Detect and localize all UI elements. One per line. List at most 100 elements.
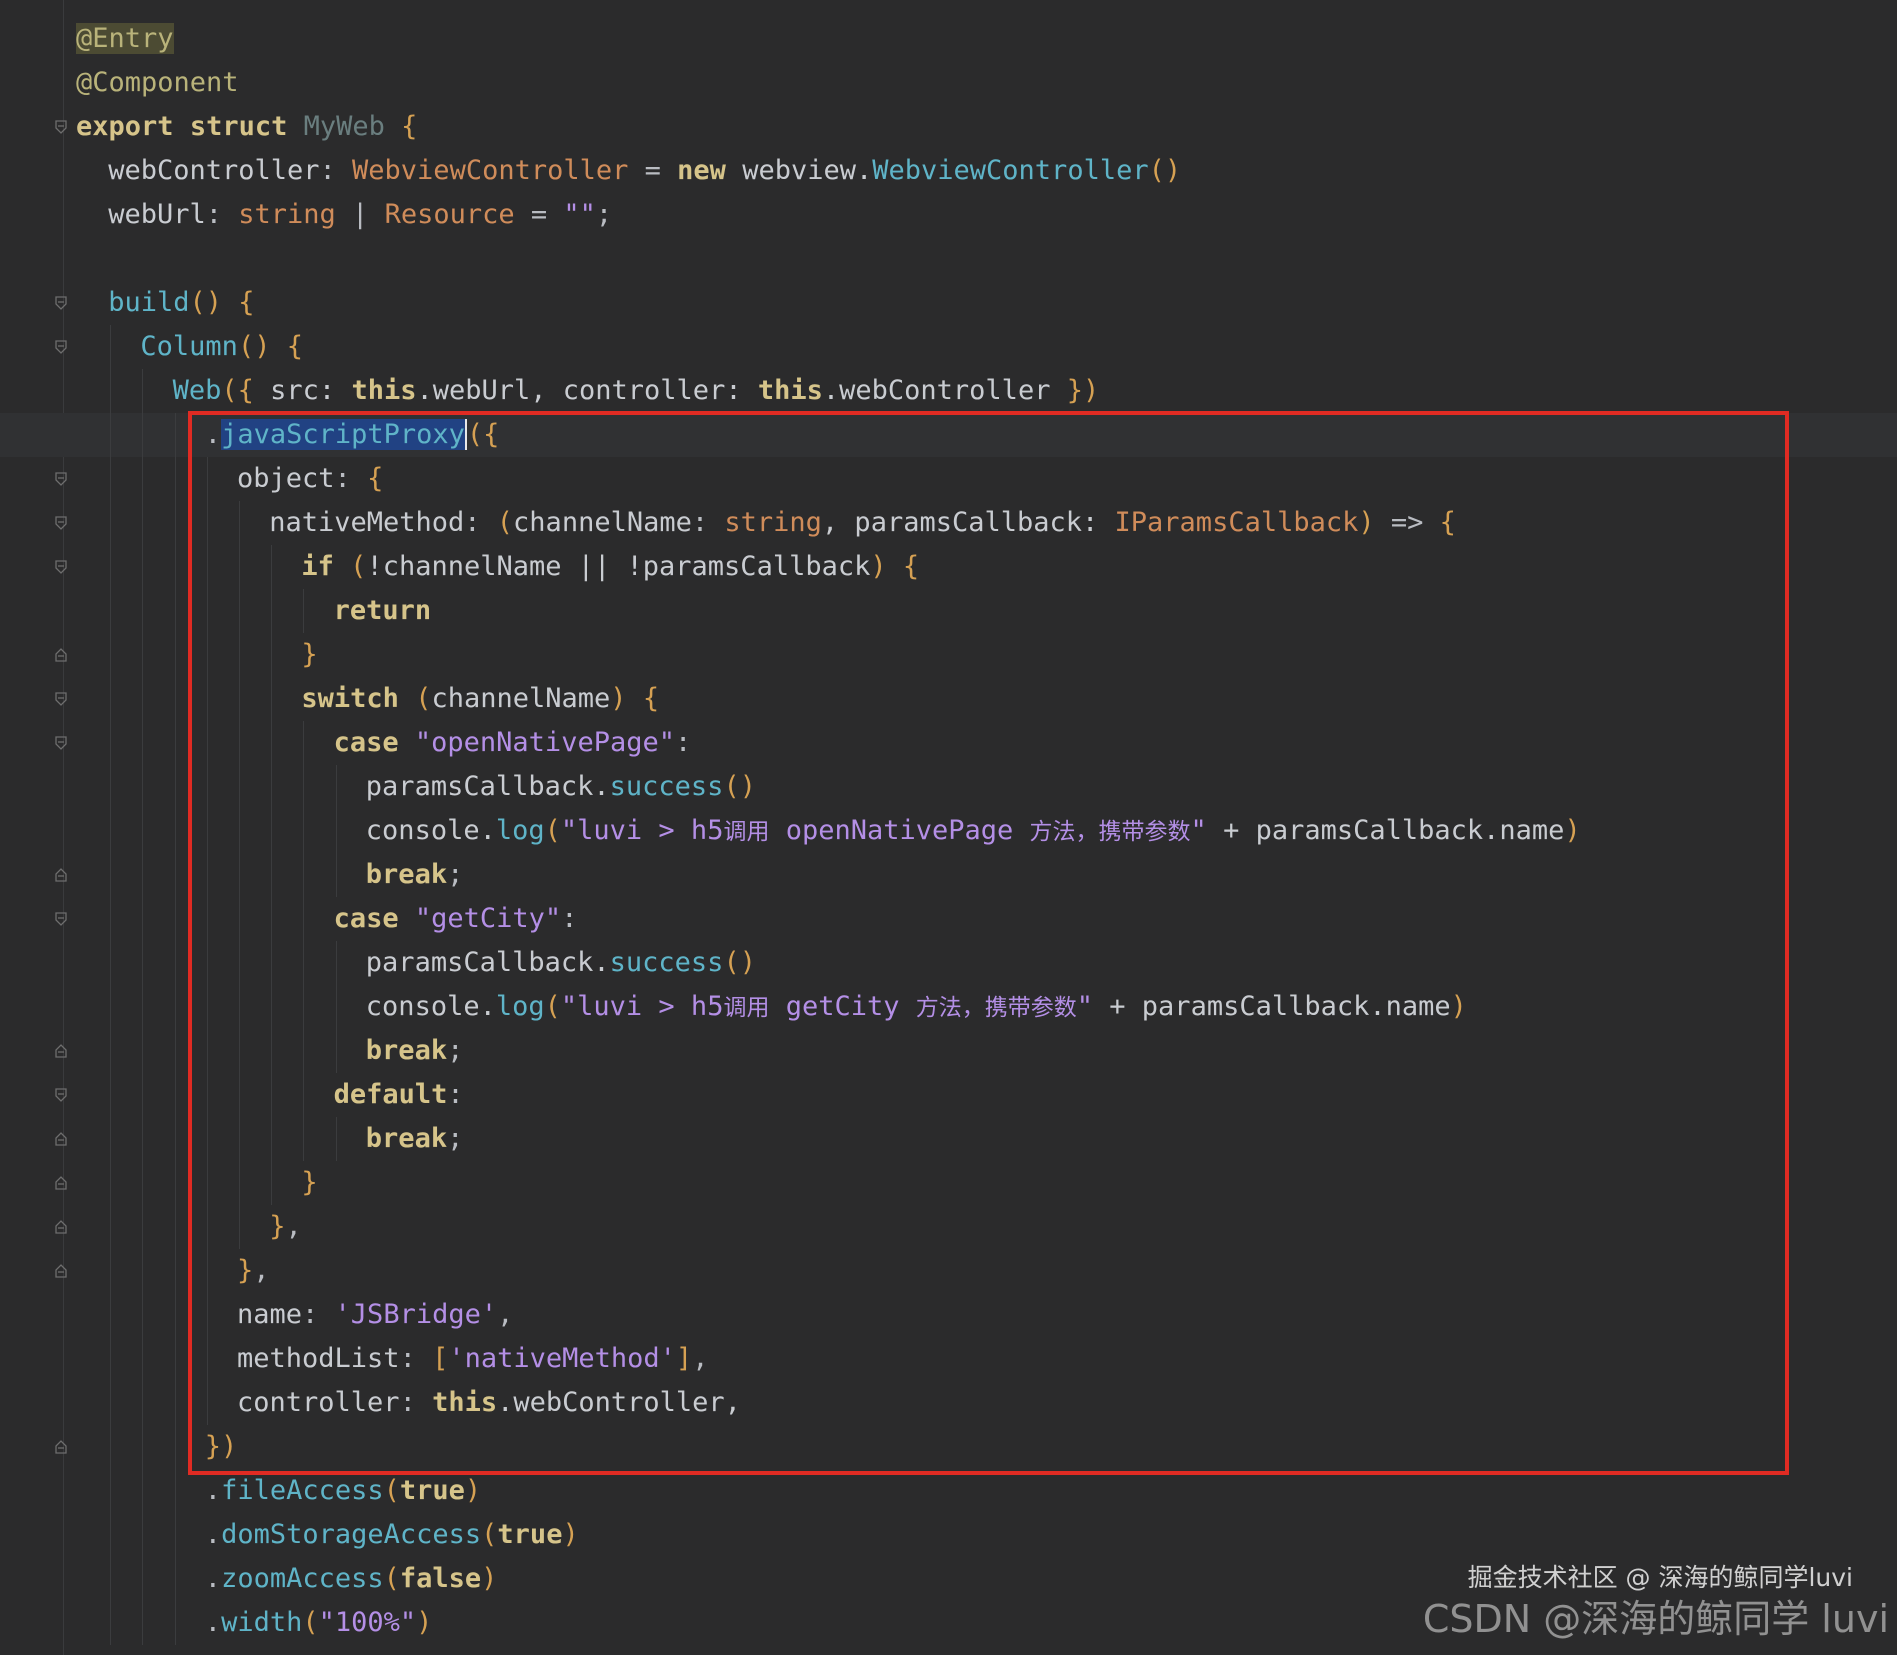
code-token: ()	[237, 331, 271, 362]
indent-guide	[142, 545, 144, 589]
code-token: {	[286, 331, 303, 362]
gutter-divider	[63, 0, 64, 1655]
code-token: this	[351, 375, 417, 406]
code-token: true	[497, 1519, 563, 1550]
code-line[interactable]: webUrl: string | Resource = "";	[76, 193, 1897, 237]
fold-open-icon[interactable]	[54, 120, 68, 134]
indent-guide	[110, 1029, 112, 1073]
indent-guide	[142, 941, 144, 985]
code-line[interactable]: build() {	[76, 281, 1897, 325]
fold-open-icon[interactable]	[54, 736, 68, 750]
fold-open-icon[interactable]	[54, 296, 68, 310]
code-token: string	[238, 199, 336, 230]
indent-guide	[174, 1513, 176, 1557]
indent-guide	[110, 853, 112, 897]
fold-close-icon[interactable]	[54, 868, 68, 882]
code-line[interactable]: .domStorageAccess(true)	[76, 1513, 1897, 1557]
indent-guide	[110, 325, 112, 369]
fold-open-icon[interactable]	[54, 516, 68, 530]
fold-open-icon[interactable]	[54, 1088, 68, 1102]
fold-close-icon[interactable]	[54, 648, 68, 662]
code-token: |	[335, 199, 385, 230]
indent-guide	[110, 413, 112, 457]
code-token: })	[1066, 375, 1100, 406]
indent-guide	[110, 633, 112, 677]
indent-guide	[110, 941, 112, 985]
code-token: struct	[189, 111, 288, 142]
code-token: )	[464, 1475, 482, 1506]
code-token: .	[204, 1475, 222, 1506]
indent-guide	[174, 1557, 176, 1601]
indent-guide	[174, 545, 176, 589]
indent-guide	[110, 1381, 112, 1425]
indent-guide	[142, 1029, 144, 1073]
code-line[interactable]: Web({ src: this.webUrl, controller: this…	[76, 369, 1897, 413]
fold-close-icon[interactable]	[54, 1132, 68, 1146]
indent-guide	[174, 1469, 176, 1513]
code-line[interactable]: .fileAccess(true)	[76, 1469, 1897, 1513]
code-line[interactable]	[76, 237, 1897, 281]
code-line[interactable]: export struct MyWeb {	[76, 105, 1897, 149]
fold-open-icon[interactable]	[54, 912, 68, 926]
code-token: Column	[140, 331, 238, 362]
indent-guide	[174, 1249, 176, 1293]
indent-guide	[174, 677, 176, 721]
code-token: (	[383, 1563, 400, 1594]
indent-guide	[142, 1117, 144, 1161]
indent-guide	[110, 985, 112, 1029]
fold-open-icon[interactable]	[54, 692, 68, 706]
indent-guide	[142, 1425, 144, 1469]
indent-guide	[142, 413, 144, 457]
code-token: Resource	[384, 199, 515, 230]
code-token: {	[238, 287, 255, 318]
indent-guide	[110, 809, 112, 853]
fold-close-icon[interactable]	[54, 1264, 68, 1278]
code-token: {	[401, 111, 418, 142]
code-line[interactable]: webController: WebviewController = new w…	[76, 149, 1897, 193]
fold-close-icon[interactable]	[54, 1440, 68, 1454]
code-token: .webController	[822, 375, 1067, 406]
indent-guide	[142, 1293, 144, 1337]
code-line[interactable]: @Component	[76, 61, 1897, 105]
code-token: @Entry	[76, 23, 174, 54]
indent-guide	[142, 765, 144, 809]
indent-guide	[174, 941, 176, 985]
indent-guide	[110, 721, 112, 765]
fold-close-icon[interactable]	[54, 1044, 68, 1058]
indent-guide	[142, 501, 144, 545]
fold-close-icon[interactable]	[54, 1176, 68, 1190]
indent-guide	[110, 457, 112, 501]
code-token: zoomAccess	[221, 1563, 384, 1594]
code-token: .	[204, 1563, 222, 1594]
indent-guide	[174, 457, 176, 501]
indent-guide	[142, 589, 144, 633]
indent-guide	[142, 985, 144, 1029]
fold-open-icon[interactable]	[54, 340, 68, 354]
indent-guide	[174, 721, 176, 765]
code-token: WebviewController	[872, 155, 1149, 186]
code-token: width	[221, 1607, 303, 1638]
indent-guide	[142, 1469, 144, 1513]
code-token: build	[108, 287, 190, 318]
indent-guide	[174, 1073, 176, 1117]
indent-guide	[110, 1557, 112, 1601]
fold-open-icon[interactable]	[54, 472, 68, 486]
indent-guide	[110, 1425, 112, 1469]
code-line[interactable]: Column() {	[76, 325, 1897, 369]
fold-close-icon[interactable]	[54, 1220, 68, 1234]
fold-open-icon[interactable]	[54, 560, 68, 574]
code-token: false	[399, 1563, 482, 1594]
indent-guide	[110, 1337, 112, 1381]
code-token: WebviewController	[352, 155, 629, 186]
code-token: ()	[1148, 155, 1182, 186]
indent-guide	[142, 1205, 144, 1249]
indent-guide	[142, 809, 144, 853]
indent-guide	[142, 1513, 144, 1557]
indent-guide	[174, 1161, 176, 1205]
indent-guide	[110, 1073, 112, 1117]
code-line[interactable]: @Entry	[76, 17, 1897, 61]
indent-guide	[110, 1601, 112, 1645]
indent-guide	[142, 1601, 144, 1645]
